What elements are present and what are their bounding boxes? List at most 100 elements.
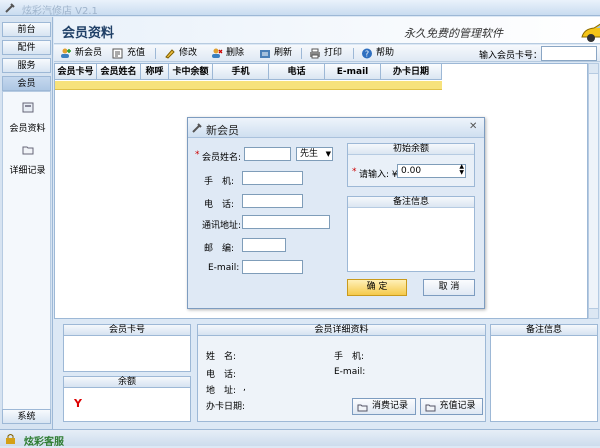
detail-address-label: 地 址: [206,386,237,396]
svg-text:?: ? [365,50,369,59]
scroll-up-icon[interactable] [589,64,598,74]
consume-records-label: 消费记录 [371,401,408,411]
initial-balance-group: 初始余额 * 请输入: ¥ 0.00 ▲ ▼ [347,143,475,187]
salutation-value: 先生 [300,149,319,159]
lock-icon [6,434,15,444]
folder-icon [425,404,436,412]
consume-records-button[interactable]: 消费记录 [352,398,416,415]
recharge-records-label: 充值记录 [439,401,476,411]
edit-label: 修改 [179,48,198,58]
detail-mobile-label: 手 机: [334,352,365,362]
column-header[interactable]: E-mail [325,64,381,80]
nav-panel: 会员资料 详细记录 [2,91,51,421]
new-member-button[interactable]: 新会员 [60,47,102,60]
balance-stepper[interactable]: 0.00 ▲ ▼ [397,164,466,178]
tools-icon [5,3,15,13]
panel-title: 余额 [64,377,190,388]
delete-button[interactable]: 删除 [211,47,244,60]
page-title: 会员资料 [62,26,115,41]
recharge-button[interactable]: 充值 [112,47,145,60]
recharge-icon [112,48,123,59]
balance-value: 0.00 [401,166,422,176]
new-member-label: 新会员 [75,48,103,58]
notes-field[interactable] [348,209,474,271]
edit-icon [165,49,175,59]
slogan: 永久免费的管理软件 [404,27,503,40]
member-card-icon [22,102,33,113]
zip-label: 邮 编: [204,244,235,254]
nav-item-detail-records[interactable]: 详细记录 [3,144,52,176]
address-label: 通讯地址: [202,221,242,231]
nav-tab-system[interactable]: 系统 [2,409,51,424]
panel-title: 会员详细资料 [198,325,485,336]
column-header[interactable]: 会员卡号 [55,64,97,80]
salutation-select[interactable]: 先生 ▼ [296,147,333,161]
group-title: 备注信息 [348,197,474,208]
required-mark: * [195,150,200,160]
close-icon[interactable]: ✕ [469,121,477,132]
refresh-button[interactable]: 刷新 [259,47,292,60]
panel-title: 备注信息 [491,325,597,336]
column-header[interactable]: 称呼 [141,64,169,80]
recharge-label: 充值 [127,48,146,58]
help-icon: ? [362,48,372,59]
column-header[interactable]: 电话 [269,64,325,80]
table-row[interactable] [55,81,442,90]
toolbar: 新会员 充值 修改 删除 刷新 打印 ? 帮助 输入会员卡号： [54,45,600,62]
nav-tab-front[interactable]: 前台 [2,22,51,37]
refresh-icon [260,50,270,58]
card-number-label: 输入会员卡号： [479,51,543,61]
print-button[interactable]: 打印 [309,47,342,60]
vertical-scrollbar[interactable] [588,63,599,319]
card-number-input[interactable] [541,46,597,61]
edit-button[interactable]: 修改 [164,47,197,60]
new-member-icon [61,48,71,58]
tools-icon [192,123,202,133]
car-logo-icon [581,23,600,42]
status-bar: 炫彩客服 [0,429,600,448]
toolbar-divider [353,48,354,59]
confirm-button[interactable]: 确 定 [347,279,407,296]
column-header[interactable]: 手机 [213,64,269,80]
help-button[interactable]: ? 帮助 [361,47,394,60]
nav-tab-parts[interactable]: 配件 [2,40,51,55]
phone-field[interactable] [242,194,303,208]
left-nav: 前台 配件 服务 会员 会员资料 详细记录 系统 [0,17,53,429]
toolbar-divider [155,48,156,59]
delete-icon [212,48,223,58]
folder-icon [357,404,368,412]
detail-date-label: 办卡日期: [206,402,246,412]
refresh-label: 刷新 [274,48,293,58]
balance-symbol: Y [74,397,82,410]
column-header[interactable]: 会员姓名 [97,64,141,80]
name-field[interactable] [244,147,291,161]
print-icon [310,48,320,59]
required-mark: * [352,167,357,177]
dialog-title: 新会员 [206,124,239,137]
email-field[interactable] [242,260,303,274]
help-label: 帮助 [376,48,395,58]
balance-label: 请输入: ¥ [359,170,398,180]
mobile-label: 手 机: [204,177,235,187]
nav-item-label: 会员资料 [9,124,46,134]
nav-tab-service[interactable]: 服务 [2,58,51,73]
zip-field[interactable] [242,238,286,252]
notes-group: 备注信息 [347,196,475,272]
column-header[interactable]: 卡中余额 [169,64,213,80]
nav-item-label: 详细记录 [9,166,46,176]
stepper-arrows-icon[interactable]: ▲ ▼ [459,164,464,176]
detail-name-label: 姓 名: [206,352,237,362]
column-header[interactable]: 办卡日期 [381,64,442,80]
cancel-button[interactable]: 取 消 [423,279,475,296]
mobile-field[interactable] [242,171,303,185]
nav-tab-member[interactable]: 会员 [2,76,51,91]
new-member-dialog: 新会员 ✕ * 会员姓名: 先生 ▼ 手 机: 电 话: 通讯地址: 邮 编: … [187,117,485,309]
nav-item-member-info[interactable]: 会员资料 [3,102,52,134]
toolbar-divider [301,48,302,59]
recharge-records-button[interactable]: 充值记录 [420,398,483,415]
address-field[interactable] [242,215,330,229]
folder-icon [22,146,33,155]
scroll-down-icon[interactable] [589,308,598,318]
balance-panel: 余额 Y [63,376,191,422]
panel-title: 会员卡号 [64,325,190,336]
